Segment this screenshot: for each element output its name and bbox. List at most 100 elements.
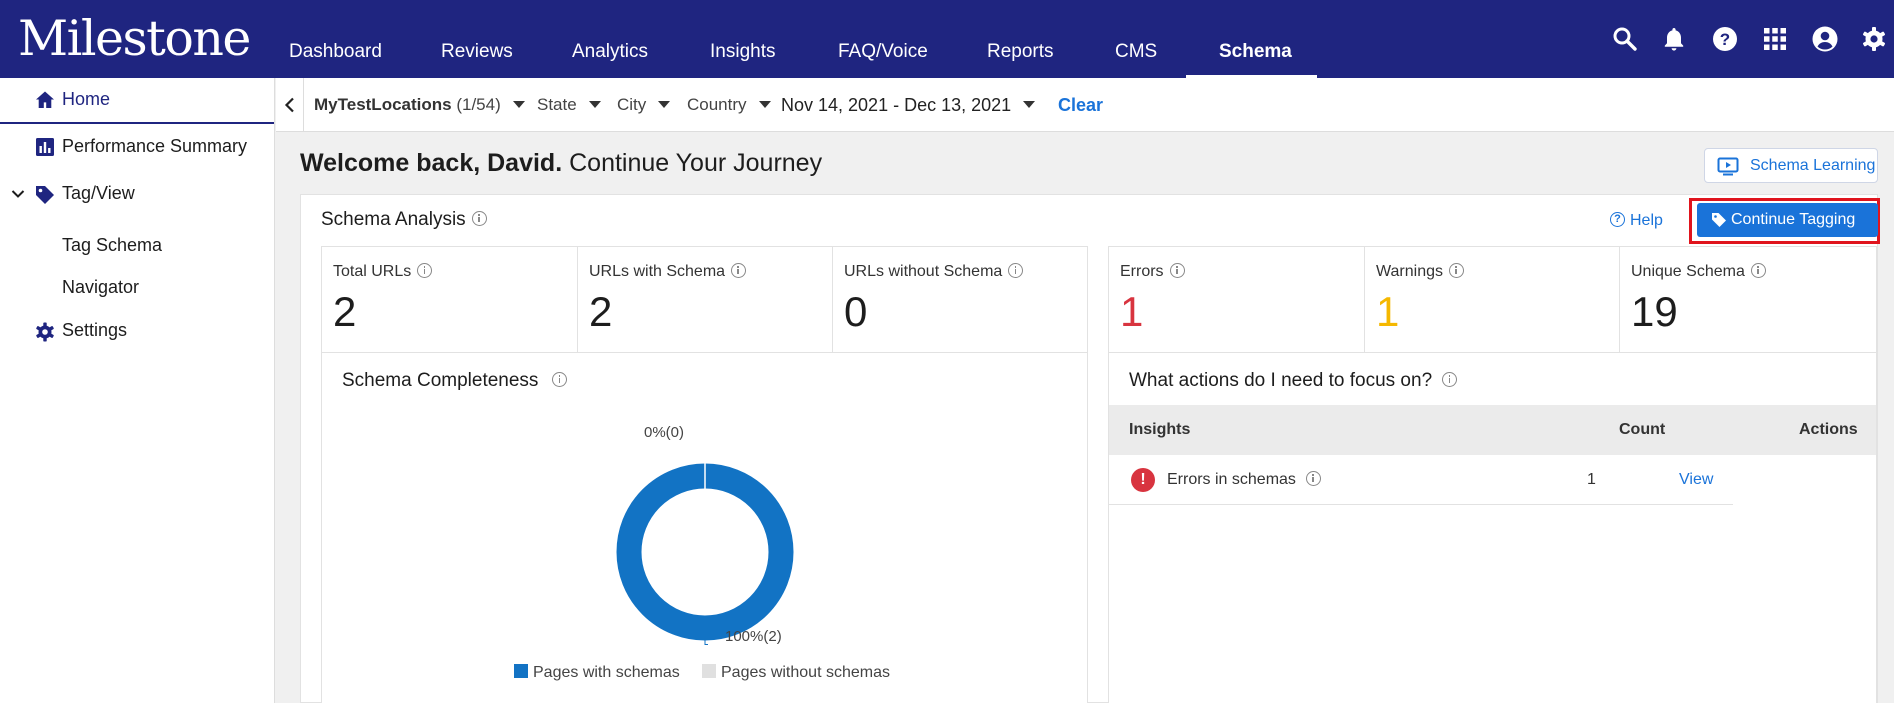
info-icon[interactable] — [731, 262, 747, 278]
stat-label: Total URLs — [333, 262, 433, 281]
stat-value: 1 — [1120, 288, 1144, 335]
column-header-actions: Actions — [1799, 421, 1858, 438]
count-cell: 1 — [1587, 471, 1596, 488]
location-group-dropdown[interactable]: MyTestLocations (1/54) — [314, 78, 525, 132]
location-group-name: MyTestLocations — [314, 95, 452, 114]
schema-issues-stats-panel: Errors 1 Warnings 1 Unique Schema 19 — [1108, 246, 1877, 354]
nav-insights[interactable]: Insights — [710, 0, 775, 78]
collapse-sidebar-button[interactable] — [276, 78, 304, 132]
help-link[interactable]: ? Help — [1610, 211, 1663, 230]
table-row: ! Errors in schemas 1 View — [1109, 455, 1733, 505]
schema-learning-label: Schema Learning — [1750, 157, 1876, 174]
legend-pages-with-schemas[interactable]: Pages with schemas — [514, 664, 680, 682]
stat-label: Unique Schema — [1631, 262, 1766, 281]
city-dropdown[interactable]: City — [617, 78, 671, 132]
home-icon — [34, 89, 56, 111]
help-icon[interactable]: ? — [1711, 25, 1739, 53]
nav-cms[interactable]: CMS — [1115, 0, 1157, 78]
info-icon[interactable] — [1442, 371, 1458, 387]
svg-text:?: ? — [1720, 30, 1730, 49]
country-label: Country — [687, 95, 747, 114]
schema-learning-button[interactable]: Schema Learning — [1704, 148, 1878, 183]
sidebar-item-label: Home — [62, 89, 111, 109]
welcome-heading: Welcome back, David. Continue Your Journ… — [300, 149, 822, 178]
card-title-text: Schema Analysis — [321, 209, 466, 230]
stat-value: 19 — [1631, 288, 1678, 335]
stat-value: 1 — [1376, 288, 1400, 335]
panel-title: What actions do I need to focus on? — [1129, 370, 1458, 392]
sidebar-item-home[interactable]: Home — [0, 78, 274, 124]
bar-chart-icon — [34, 136, 56, 158]
sidebar-item-performance-summary[interactable]: Performance Summary — [0, 124, 274, 164]
stat-value: 0 — [844, 288, 868, 335]
caret-down-icon — [658, 100, 671, 108]
chevron-left-icon — [283, 97, 297, 113]
milestone-logo[interactable]: Milestone — [18, 8, 251, 70]
bell-icon[interactable] — [1660, 25, 1688, 53]
sidebar-item-settings[interactable]: Settings — [0, 310, 274, 350]
nav-dashboard[interactable]: Dashboard — [289, 0, 382, 78]
stat-warnings[interactable]: Warnings 1 — [1365, 247, 1620, 354]
continue-tagging-button[interactable]: Continue Tagging — [1697, 203, 1878, 237]
view-link[interactable]: View — [1679, 471, 1713, 489]
state-label: State — [537, 95, 577, 114]
gear-icon — [34, 321, 56, 343]
sidebar-item-navigator[interactable]: Navigator — [0, 267, 274, 307]
info-icon[interactable] — [1750, 262, 1766, 278]
caret-down-icon — [1023, 101, 1036, 109]
info-icon[interactable] — [1008, 262, 1024, 278]
stat-label: Warnings — [1376, 262, 1464, 281]
date-range-picker[interactable]: Nov 14, 2021 - Dec 13, 2021 — [781, 78, 1036, 132]
city-label: City — [617, 95, 647, 114]
slice-label-with: 100%(2) — [725, 628, 782, 645]
location-count: (1/54) — [456, 95, 501, 114]
clear-filters-button[interactable]: Clear — [1058, 78, 1103, 132]
schema-analysis-card: Schema Analysis ? Help Continue Tagging T… — [300, 194, 1880, 703]
filter-bar: MyTestLocations (1/54) State City Countr… — [276, 78, 1894, 132]
sidebar-item-label: Navigator — [62, 277, 140, 297]
legend-pages-without-schemas[interactable]: Pages without schemas — [702, 664, 890, 682]
stat-urls-without-schema[interactable]: URLs without Schema 0 — [833, 247, 1087, 354]
column-header-insights: Insights — [1129, 421, 1191, 438]
stat-value: 2 — [589, 288, 613, 335]
welcome-subtitle: Continue Your Journey — [569, 149, 823, 177]
nav-analytics[interactable]: Analytics — [572, 0, 648, 78]
nav-faq-voice[interactable]: FAQ/Voice — [838, 0, 928, 78]
info-icon[interactable] — [471, 210, 487, 226]
stat-unique-schema[interactable]: Unique Schema 19 — [1620, 247, 1876, 354]
donut-slice-0[interactable] — [616, 463, 794, 641]
sidebar-item-label: Settings — [62, 320, 128, 340]
sidebar-item-label: Tag/View — [62, 183, 135, 203]
search-icon[interactable] — [1611, 25, 1639, 53]
country-dropdown[interactable]: Country — [687, 78, 771, 132]
apps-grid-icon[interactable] — [1761, 25, 1789, 53]
caret-down-icon — [512, 100, 525, 108]
info-icon[interactable] — [1448, 262, 1464, 278]
stat-label: URLs without Schema — [844, 262, 1024, 281]
settings-icon[interactable] — [1860, 25, 1888, 53]
sidebar-item-tag-view[interactable]: Tag/View — [0, 174, 274, 214]
caret-down-icon — [588, 100, 601, 108]
error-icon: ! — [1131, 468, 1155, 492]
info-icon[interactable] — [417, 262, 433, 278]
sidebar-item-tag-schema[interactable]: Tag Schema — [0, 225, 274, 265]
info-icon[interactable] — [1169, 262, 1185, 278]
state-dropdown[interactable]: State — [537, 78, 601, 132]
stat-total-urls[interactable]: Total URLs 2 — [322, 247, 578, 354]
welcome-greeting: Welcome back, David. — [300, 149, 563, 177]
chevron-down-icon[interactable] — [10, 186, 26, 202]
nav-reports[interactable]: Reports — [987, 0, 1054, 78]
legend-swatch — [514, 664, 528, 679]
stat-label: URLs with Schema — [589, 262, 747, 281]
caret-down-icon — [758, 100, 771, 108]
stat-errors[interactable]: Errors 1 — [1109, 247, 1365, 354]
stat-urls-with-schema[interactable]: URLs with Schema 2 — [578, 247, 833, 354]
nav-reviews[interactable]: Reviews — [441, 0, 513, 78]
account-icon[interactable] — [1811, 25, 1839, 53]
info-icon[interactable] — [1305, 470, 1321, 486]
tag-icon — [1711, 212, 1727, 228]
nav-schema[interactable]: Schema — [1219, 0, 1292, 78]
sidebar-item-label: Tag Schema — [62, 235, 163, 255]
sidebar-item-label: Performance Summary — [62, 136, 248, 156]
column-header-count: Count — [1619, 421, 1666, 438]
